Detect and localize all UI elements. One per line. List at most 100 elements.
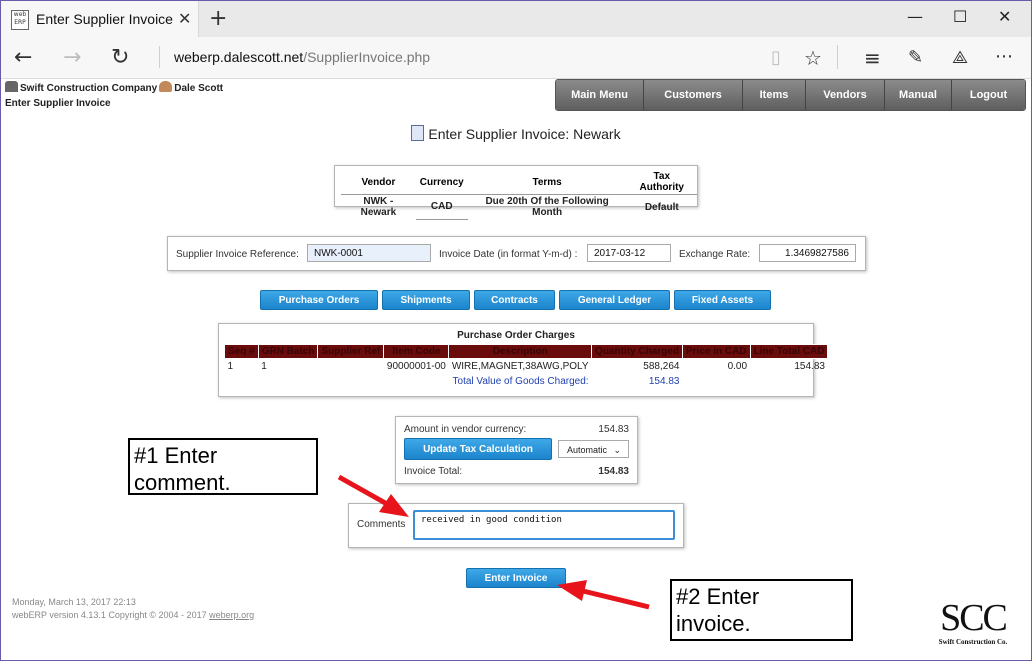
callout-enter-comment: #1 Enter comment. bbox=[128, 438, 318, 495]
vendor-value: NWK - Newark bbox=[360, 196, 397, 218]
share-icon[interactable]: ⟁ bbox=[952, 47, 968, 68]
company-name: Swift Construction Company bbox=[20, 83, 158, 94]
tax-mode-select[interactable]: Automatic ⌄ bbox=[558, 440, 629, 458]
po-total-value: 154.83 bbox=[648, 376, 680, 387]
new-tab-icon[interactable]: + bbox=[209, 6, 227, 31]
fixed-assets-button[interactable]: Fixed Assets bbox=[674, 290, 771, 310]
table-row: 1 1 90000001-00 WIRE,MAGNET,38AWG,POLY 5… bbox=[225, 359, 828, 375]
po-header-line-total: Line Total CAD bbox=[749, 344, 829, 359]
po-header-grn: GRN Batch bbox=[257, 344, 319, 359]
logo-name: Swift Construction Co. bbox=[938, 638, 1008, 646]
header-page-name: Enter Supplier Invoice bbox=[5, 98, 111, 109]
menu-main-menu[interactable]: Main Menu bbox=[556, 80, 644, 110]
page-title-text: Enter Supplier Invoice: Newark bbox=[428, 126, 621, 142]
weberp-favicon-icon: web ERP bbox=[11, 10, 29, 30]
callout-two-line1: #2 Enter bbox=[676, 584, 760, 609]
header-info: Swift Construction Company Dale Scott Ent… bbox=[5, 81, 223, 111]
weberp-link[interactable]: weberp.org bbox=[209, 610, 254, 620]
callout-one-line1: #1 Enter bbox=[134, 443, 218, 468]
maximize-icon[interactable]: ☐ bbox=[953, 7, 967, 26]
navigation-bar: ← → ↻ weberp.dalescott.net/SupplierInvoi… bbox=[1, 37, 1031, 79]
invoice-total-label: Invoice Total: bbox=[404, 466, 463, 477]
web-note-icon[interactable]: ✎ bbox=[908, 47, 923, 68]
po-cell-grn: 1 bbox=[261, 361, 267, 372]
po-cell-price: 0.00 bbox=[727, 361, 748, 372]
comments-label: Comments bbox=[357, 519, 406, 530]
callout-two-line2: invoice. bbox=[676, 611, 751, 636]
menu-manual[interactable]: Manual bbox=[885, 80, 952, 110]
logo-initials: SCC bbox=[940, 597, 1008, 639]
refresh-icon[interactable]: ↻ bbox=[111, 45, 129, 70]
invoice-ref-input[interactable]: NWK-0001 bbox=[307, 244, 431, 262]
favorite-star-icon[interactable]: ☆ bbox=[804, 46, 822, 70]
back-icon[interactable]: ← bbox=[14, 45, 32, 70]
browser-tab[interactable]: web ERP Enter Supplier Invoice ✕ bbox=[1, 1, 199, 37]
footer-datetime: Monday, March 13, 2017 22:13 bbox=[12, 597, 136, 607]
po-cell-seq: 1 bbox=[227, 361, 234, 372]
vendor-header: Vendor bbox=[341, 170, 416, 195]
tab-title: Enter Supplier Invoice bbox=[36, 11, 173, 27]
contracts-button[interactable]: Contracts bbox=[474, 290, 555, 310]
general-ledger-button[interactable]: General Ledger bbox=[559, 290, 670, 310]
company-icon bbox=[5, 81, 18, 92]
tax-authority-value: Default bbox=[644, 201, 679, 213]
amount-box: Amount in vendor currency: 154.83 Update… bbox=[395, 416, 638, 484]
menu-vendors[interactable]: Vendors bbox=[806, 80, 885, 110]
tax-mode-value: Automatic bbox=[567, 445, 608, 455]
reading-view-icon[interactable]: ▯ bbox=[771, 47, 781, 68]
url-domain: weberp.dalescott.net bbox=[174, 49, 304, 65]
menu-items[interactable]: Items bbox=[743, 80, 806, 110]
footer: Monday, March 13, 2017 22:13 webERP vers… bbox=[12, 596, 254, 622]
invoice-ref-label: Supplier Invoice Reference: bbox=[176, 249, 299, 260]
exchange-rate-label: Exchange Rate: bbox=[679, 249, 751, 260]
close-tab-icon[interactable]: ✕ bbox=[178, 9, 191, 28]
footer-version: webERP version 4.13.1 Copyright © 2004 -… bbox=[12, 610, 207, 620]
currency-header: Currency bbox=[415, 170, 468, 195]
minimize-icon[interactable]: — bbox=[907, 7, 923, 26]
terms-value: Due 20th Of the Following Month bbox=[485, 196, 609, 218]
invoice-date-label: Invoice Date (in format Y-m-d) : bbox=[439, 249, 578, 260]
callout-enter-invoice: #2 Enter invoice. bbox=[670, 579, 853, 641]
menu-logout[interactable]: Logout bbox=[952, 80, 1025, 110]
user-name: Dale Scott bbox=[174, 83, 224, 94]
shipments-button[interactable]: Shipments bbox=[382, 290, 470, 310]
currency-value: CAD bbox=[415, 194, 468, 220]
menu-customers[interactable]: Customers bbox=[644, 80, 743, 110]
page-content: Swift Construction Company Dale Scott Ent… bbox=[1, 79, 1031, 660]
po-header-item-code: Item Code bbox=[383, 344, 450, 359]
po-charges-title: Purchase Order Charges bbox=[457, 330, 575, 341]
terms-header: Terms bbox=[467, 170, 627, 195]
po-header-price: Price in CAD bbox=[681, 344, 751, 359]
tab-bar: web ERP Enter Supplier Invoice ✕ + — ☐ ✕ bbox=[1, 1, 1031, 37]
invoice-details-box: Supplier Invoice Reference: NWK-0001 Inv… bbox=[167, 236, 866, 271]
more-icon[interactable]: ⋯ bbox=[995, 46, 1013, 67]
invoice-document-icon bbox=[411, 125, 425, 141]
po-charges-box: Purchase Order Charges Seq # GRN Batch S… bbox=[218, 323, 829, 397]
callout-one-line2: comment. bbox=[134, 470, 231, 495]
po-header-supplier-ref: Supplier Ref bbox=[317, 344, 385, 359]
hub-icon[interactable]: ≡ bbox=[864, 46, 881, 70]
po-charges-table: Seq # GRN Batch Supplier Ref Item Code D… bbox=[224, 344, 829, 389]
po-total-label: Total Value of Goods Charged: bbox=[452, 376, 589, 387]
comments-input[interactable]: received in good condition bbox=[413, 510, 675, 540]
po-cell-description: WIRE,MAGNET,38AWG,POLY bbox=[451, 361, 589, 372]
comments-box: Comments received in good condition bbox=[348, 503, 684, 548]
enter-invoice-button[interactable]: Enter Invoice bbox=[466, 568, 566, 588]
purchase-orders-button[interactable]: Purchase Orders bbox=[260, 290, 378, 310]
po-cell-item-code: 90000001-00 bbox=[386, 361, 446, 372]
po-cell-supplier-ref bbox=[318, 359, 384, 375]
invoice-date-input[interactable]: 2017-03-12 bbox=[587, 244, 671, 262]
chevron-down-icon: ⌄ bbox=[613, 445, 621, 455]
user-icon bbox=[159, 81, 173, 92]
address-bar[interactable]: weberp.dalescott.net/SupplierInvoice.php bbox=[159, 46, 430, 68]
po-header-seq: Seq # bbox=[224, 344, 259, 359]
company-logo: SCC Swift Construction Co. bbox=[927, 598, 1019, 650]
update-tax-calculation-button[interactable]: Update Tax Calculation bbox=[404, 438, 552, 460]
forward-icon[interactable]: → bbox=[63, 45, 81, 70]
vendor-table: Vendor Currency Terms Tax Authority NWK … bbox=[341, 170, 697, 220]
main-menu-bar: Main Menu Customers Items Vendors Manual… bbox=[555, 79, 1026, 111]
browser-window: web ERP Enter Supplier Invoice ✕ + — ☐ ✕… bbox=[0, 0, 1032, 661]
exchange-rate-input[interactable]: 1.3469827586 bbox=[759, 244, 856, 262]
close-window-icon[interactable]: ✕ bbox=[998, 7, 1011, 26]
amount-label: Amount in vendor currency: bbox=[404, 424, 527, 435]
